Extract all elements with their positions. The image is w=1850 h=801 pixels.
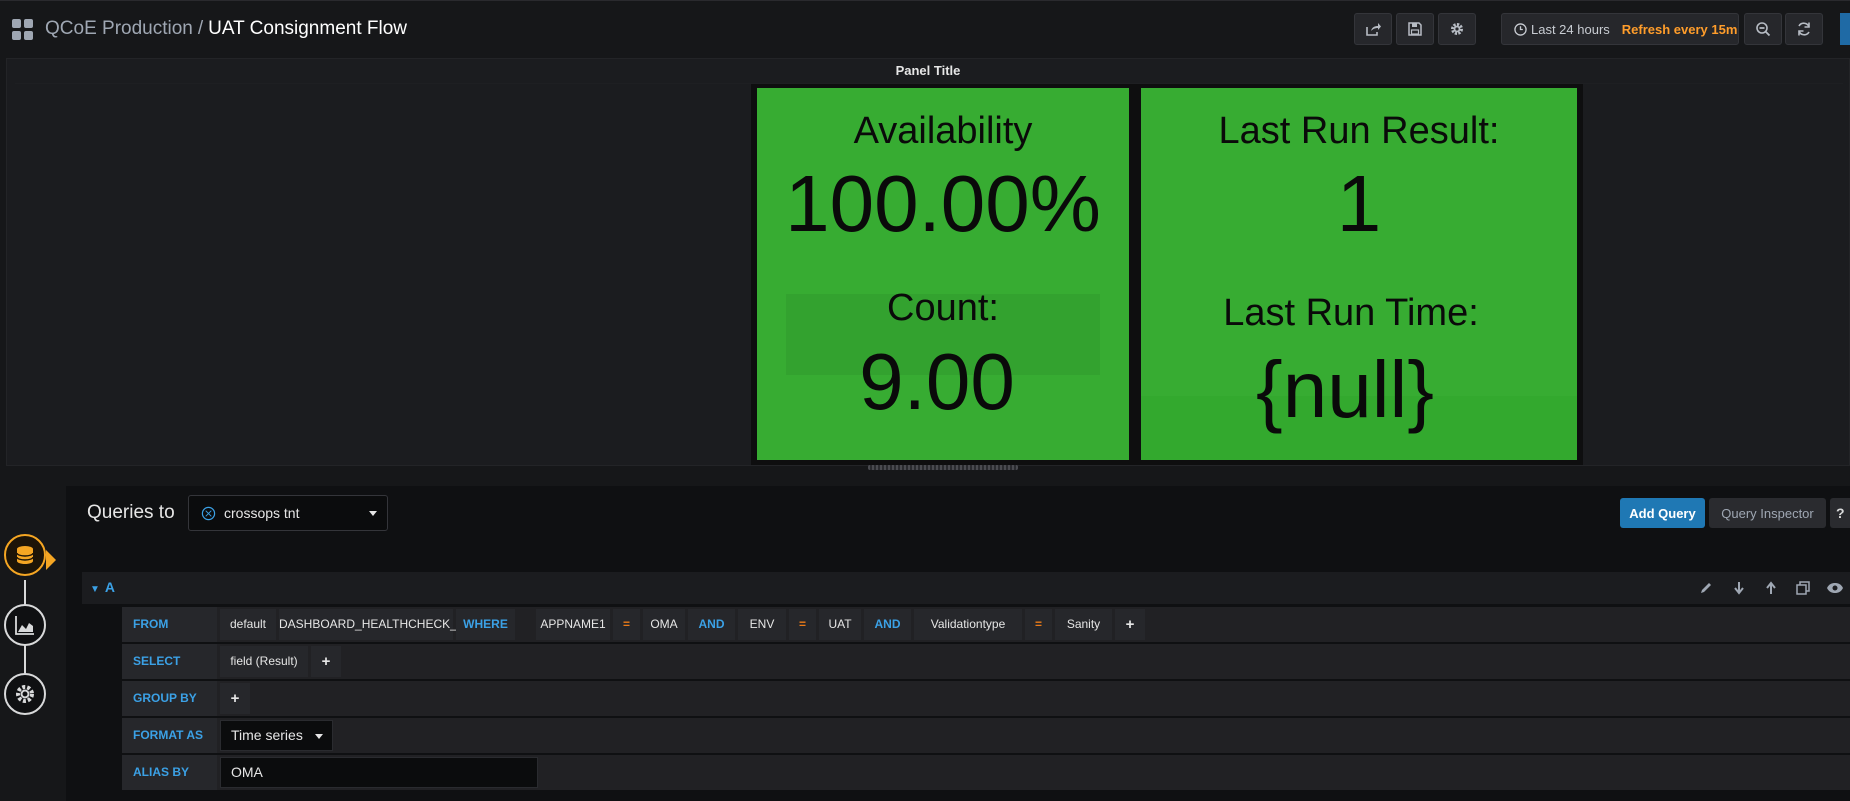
query-ref-toggle[interactable]: ▼ A — [90, 579, 115, 595]
stat-cell-left: Availability 100.00% Count: 9.00 — [757, 88, 1129, 460]
group-by-keyword: GROUP BY — [122, 681, 217, 716]
query-ref-label: A — [104, 579, 116, 595]
query-inspector-button[interactable]: Query Inspector — [1709, 498, 1826, 528]
condition-and[interactable]: AND — [864, 609, 911, 640]
share-icon — [1366, 23, 1381, 36]
availability-value: 100.00% — [785, 159, 1101, 248]
where-keyword: WHERE — [456, 609, 515, 640]
chevron-down-icon — [315, 734, 323, 739]
query-actions — [1698, 580, 1844, 596]
dashboard-grid-icon[interactable] — [12, 19, 34, 41]
tag-key-validationtype[interactable]: Validationtype — [914, 609, 1022, 640]
clock-icon — [1514, 22, 1527, 36]
help-button[interactable]: ? — [1830, 498, 1850, 528]
availability-label: Availability — [853, 110, 1033, 152]
duplicate-icon[interactable] — [1794, 580, 1812, 596]
tag-value-sanity[interactable]: Sanity — [1055, 609, 1112, 640]
tag-key-env[interactable]: ENV — [738, 609, 786, 640]
time-range-label: Last 24 hours — [1531, 21, 1610, 37]
settings-button[interactable] — [1438, 13, 1476, 45]
operator-equals[interactable]: = — [613, 609, 640, 640]
count-label: Count: — [887, 287, 999, 329]
alias-by-input[interactable]: OMA — [220, 757, 538, 788]
tag-value-oma[interactable]: OMA — [643, 609, 685, 640]
condition-and[interactable]: AND — [688, 609, 735, 640]
queries-tab-button[interactable] — [4, 534, 46, 576]
query-format-row: FORMAT AS Time series — [122, 718, 1850, 753]
general-tab-button[interactable] — [4, 673, 46, 715]
breadcrumb: QCoE Production / UAT Consignment Flow — [45, 18, 407, 40]
save-icon — [1408, 22, 1422, 36]
primary-action-edge[interactable] — [1840, 13, 1850, 45]
add-select-button[interactable]: + — [311, 646, 341, 677]
policy-segment[interactable]: default — [220, 609, 276, 640]
query-alias-row: ALIAS BY OMA — [122, 755, 1850, 790]
add-query-button[interactable]: Add Query — [1620, 498, 1705, 528]
eye-icon[interactable] — [1826, 580, 1844, 596]
datasource-icon — [201, 506, 216, 520]
count-value: 9.00 — [859, 337, 1015, 426]
select-field-segment[interactable]: field (Result) — [220, 646, 308, 677]
operator-equals[interactable]: = — [1025, 609, 1052, 640]
datasource-name: crossops tnt — [224, 505, 300, 521]
last-run-result-label: Last Run Result: — [1218, 110, 1500, 152]
breadcrumb-separator: / — [197, 18, 204, 39]
active-tab-arrow — [46, 550, 56, 570]
refresh-button[interactable] — [1785, 13, 1823, 45]
tag-key-appname[interactable]: APPNAME1 — [536, 609, 610, 640]
operator-equals[interactable]: = — [789, 609, 816, 640]
from-keyword: FROM — [122, 607, 217, 642]
panel-resize-handle[interactable] — [868, 465, 1018, 470]
format-as-value: Time series — [231, 727, 303, 743]
query-from-row: FROM default DASHBOARD_HEALTHCHECK_U WHE… — [122, 607, 1850, 642]
save-button[interactable] — [1396, 13, 1434, 45]
select-keyword: SELECT — [122, 644, 217, 679]
cog-icon — [16, 685, 34, 703]
dashboard-title[interactable]: UAT Consignment Flow — [208, 18, 407, 39]
visualization-tab-button[interactable] — [4, 604, 46, 646]
refresh-icon — [1798, 22, 1810, 36]
time-range-picker[interactable]: Last 24 hours Refresh every 15m — [1501, 13, 1739, 45]
datasource-picker[interactable]: crossops tnt — [188, 495, 388, 531]
move-down-icon[interactable] — [1730, 580, 1748, 596]
stat-grid: Availability 100.00% Count: 9.00 Last Ru… — [751, 84, 1583, 465]
database-icon — [16, 546, 34, 564]
share-button[interactable] — [1354, 13, 1392, 45]
panel-title[interactable]: Panel Title — [7, 59, 1849, 83]
alias-by-keyword: ALIAS BY — [122, 755, 217, 790]
singlestat-panel: Panel Title Availability 100.00% Count: … — [6, 58, 1850, 466]
breadcrumb-folder[interactable]: QCoE Production — [45, 18, 193, 39]
zoom-out-button[interactable] — [1744, 13, 1782, 45]
format-as-keyword: FORMAT AS — [122, 718, 217, 753]
query-row-header: ▼ A — [82, 572, 1850, 604]
move-up-icon[interactable] — [1762, 580, 1780, 596]
gear-icon — [1451, 23, 1463, 35]
measurement-segment[interactable]: DASHBOARD_HEALTHCHECK_U — [279, 609, 466, 640]
add-condition-button[interactable]: + — [1115, 609, 1145, 640]
area-chart-icon — [15, 616, 34, 635]
add-group-by-button[interactable]: + — [220, 683, 250, 714]
stat-cell-right: Last Run Result: 1 Last Run Time: {null} — [1141, 88, 1577, 460]
refresh-interval-label: Refresh every 15m — [1621, 21, 1738, 37]
query-select-row: SELECT field (Result) + — [122, 644, 1850, 679]
last-run-time-value: {null} — [1256, 345, 1434, 434]
collapse-arrow-icon: ▼ — [90, 584, 100, 595]
top-navbar: QCoE Production / UAT Consignment Flow Las… — [0, 0, 1850, 56]
format-as-select[interactable]: Time series — [220, 720, 333, 751]
pencil-icon[interactable] — [1698, 580, 1716, 596]
queries-to-label: Queries to — [87, 502, 175, 523]
last-run-time-label: Last Run Time: — [1223, 292, 1479, 334]
last-run-result-value: 1 — [1336, 159, 1382, 248]
query-group-by-row: GROUP BY + — [122, 681, 1850, 716]
chevron-down-icon — [369, 511, 377, 516]
tag-value-uat[interactable]: UAT — [819, 609, 861, 640]
zoom-out-icon — [1756, 22, 1771, 37]
